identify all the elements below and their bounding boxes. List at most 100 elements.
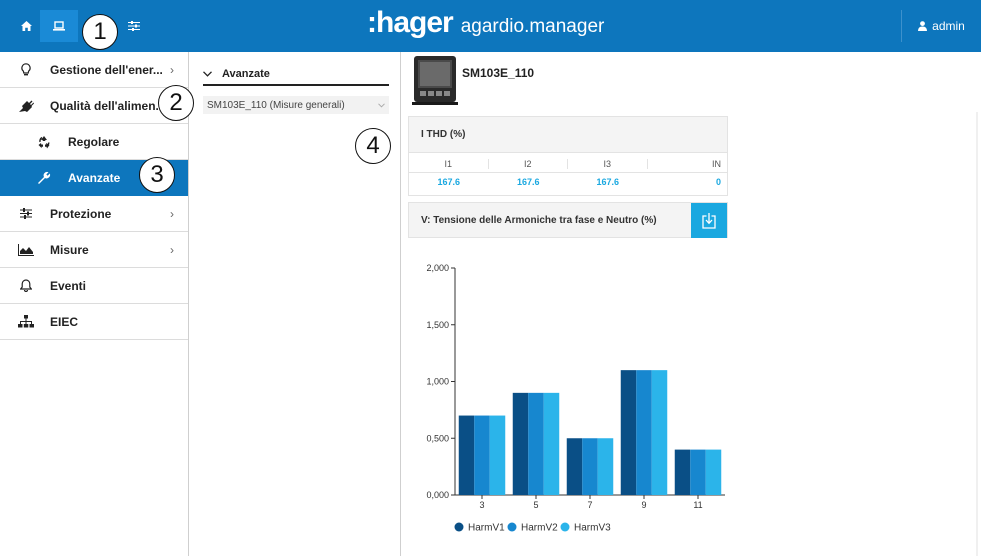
user-icon xyxy=(918,21,928,31)
wrench-icon xyxy=(36,170,52,186)
y-tick-label: 0,000 xyxy=(426,490,449,500)
callout-2: 2 xyxy=(158,85,194,121)
brand: :hager agardio.manager xyxy=(367,6,604,40)
x-tick-label: 3 xyxy=(479,500,484,510)
harmonics-chart: 0,000 0,500 1,000 1,500 2,000 3 5 7 9 11 HarmV1 Har… xyxy=(426,263,725,534)
thd-title: I THD (%) xyxy=(409,117,727,153)
sidebar-item-label: Eventi xyxy=(50,278,87,293)
sidebar-item-energy[interactable]: Gestione dell'ener... › xyxy=(0,52,188,88)
bar xyxy=(636,370,652,495)
chevron-right-icon: › xyxy=(170,243,174,257)
download-button[interactable] xyxy=(691,203,727,238)
chevron-down-icon xyxy=(378,100,385,110)
bell-icon xyxy=(18,278,34,294)
plug-icon xyxy=(18,98,34,114)
bar xyxy=(674,449,691,495)
device-name: SM103E_110 xyxy=(462,66,535,80)
bar xyxy=(651,370,668,495)
thd-panel: I THD (%) I1 I2 I3 IN 167.6 167.6 167.6 … xyxy=(408,116,728,196)
legend-marker xyxy=(507,522,517,532)
chevron-right-icon: › xyxy=(170,207,174,221)
sidebar-item-protezione[interactable]: Protezione › xyxy=(0,196,188,232)
lightbulb-icon xyxy=(18,62,34,78)
device-select[interactable]: SM103E_110 (Misure generali) xyxy=(203,96,389,114)
thd-value-cell: 0 xyxy=(715,177,721,187)
chevron-down-icon xyxy=(203,68,212,80)
thd-header-cell: I3 xyxy=(568,158,648,169)
download-icon xyxy=(702,212,716,229)
thd-table: I1 I2 I3 IN 167.6 167.6 167.6 0 xyxy=(409,155,727,191)
callout-3: 3 xyxy=(139,157,175,193)
bar xyxy=(458,415,475,495)
thd-value-cell: 167.6 xyxy=(437,177,461,187)
x-tick-label: 9 xyxy=(641,500,646,510)
y-tick-label: 1,000 xyxy=(426,377,449,387)
laptop-icon xyxy=(53,21,65,31)
bar xyxy=(489,415,506,495)
recycle-icon xyxy=(36,134,52,150)
harmonics-header: V: Tensione delle Armoniche tra fase e N… xyxy=(408,202,728,238)
bar xyxy=(566,438,583,495)
section-header[interactable]: Avanzate xyxy=(203,64,389,86)
sidebar-item-eventi[interactable]: Eventi xyxy=(0,268,188,304)
brand-product: agardio.manager xyxy=(460,16,605,37)
legend-label: HarmV2 xyxy=(521,523,558,534)
thd-header-cell: IN xyxy=(712,158,721,169)
sidebar-item-misure[interactable]: Misure › xyxy=(0,232,188,268)
sitemap-icon xyxy=(18,314,34,330)
bar xyxy=(543,392,560,495)
content-panel: SM103E_110 I THD (%) I1 I2 I3 IN 167.6 1… xyxy=(402,52,981,556)
bar xyxy=(528,392,544,495)
bar xyxy=(620,370,637,495)
device-tab[interactable] xyxy=(40,10,78,42)
legend-label: HarmV1 xyxy=(468,523,505,534)
sidebar-item-label: Gestione dell'ener... xyxy=(50,62,163,77)
callout-1: 1 xyxy=(82,14,118,50)
sidebar-item-label: EIEC xyxy=(50,314,79,329)
x-tick-label: 11 xyxy=(693,500,702,510)
sliders-icon xyxy=(128,21,140,31)
user-name: admin xyxy=(932,19,965,33)
scrollbar[interactable] xyxy=(976,112,978,556)
bar xyxy=(582,438,598,495)
sidebar-item-regolare[interactable]: Regolare xyxy=(0,124,188,160)
callout-4: 4 xyxy=(355,128,391,164)
thd-header-row: I1 I2 I3 IN xyxy=(409,155,727,173)
home-icon xyxy=(20,21,32,31)
section-header-label: Avanzate xyxy=(222,68,270,80)
y-tick-label: 0,500 xyxy=(426,433,449,443)
bar xyxy=(690,449,706,495)
thd-header-cell: I1 xyxy=(409,158,489,169)
device-image xyxy=(412,56,458,105)
thd-header-cell: I2 xyxy=(489,158,568,169)
bar xyxy=(512,392,529,495)
x-tick-label: 5 xyxy=(533,500,538,510)
home-tab[interactable] xyxy=(12,10,40,42)
x-tick-label: 7 xyxy=(587,500,592,510)
sidebar-item-label: Protezione xyxy=(50,206,112,221)
area-chart-icon xyxy=(18,242,34,258)
sliders-icon xyxy=(18,206,34,222)
sidebar-item-label: Qualità dell'alimen. xyxy=(50,98,159,113)
legend-label: HarmV3 xyxy=(574,523,611,534)
sidebar-item-label: Regolare xyxy=(68,134,120,149)
sidebar-item-label: Misure xyxy=(50,242,89,257)
device-select-value: SM103E_110 (Misure generali) xyxy=(207,99,345,111)
bar xyxy=(474,415,490,495)
sidebar: Gestione dell'ener... › Qualità dell'ali… xyxy=(0,52,189,556)
top-bar: :hager agardio.manager admin xyxy=(0,0,981,52)
thd-value-cell: 167.6 xyxy=(516,177,540,187)
y-tick-label: 2,000 xyxy=(426,263,449,273)
sidebar-item-eiec[interactable]: EIEC xyxy=(0,304,188,340)
settings-tab[interactable] xyxy=(118,10,150,42)
sidebar-item-label: Avanzate xyxy=(68,170,121,185)
y-tick-label: 1,500 xyxy=(426,320,449,330)
bar xyxy=(705,449,722,495)
harmonics-title: V: Tensione delle Armoniche tra fase e N… xyxy=(421,214,657,226)
brand-logo: :hager xyxy=(367,6,454,39)
thd-value-cell: 167.6 xyxy=(596,177,620,187)
chevron-right-icon: › xyxy=(170,63,174,77)
thd-value-row: 167.6 167.6 167.6 0 xyxy=(409,173,727,191)
user-menu[interactable]: admin xyxy=(901,10,981,42)
legend-marker xyxy=(560,522,570,532)
